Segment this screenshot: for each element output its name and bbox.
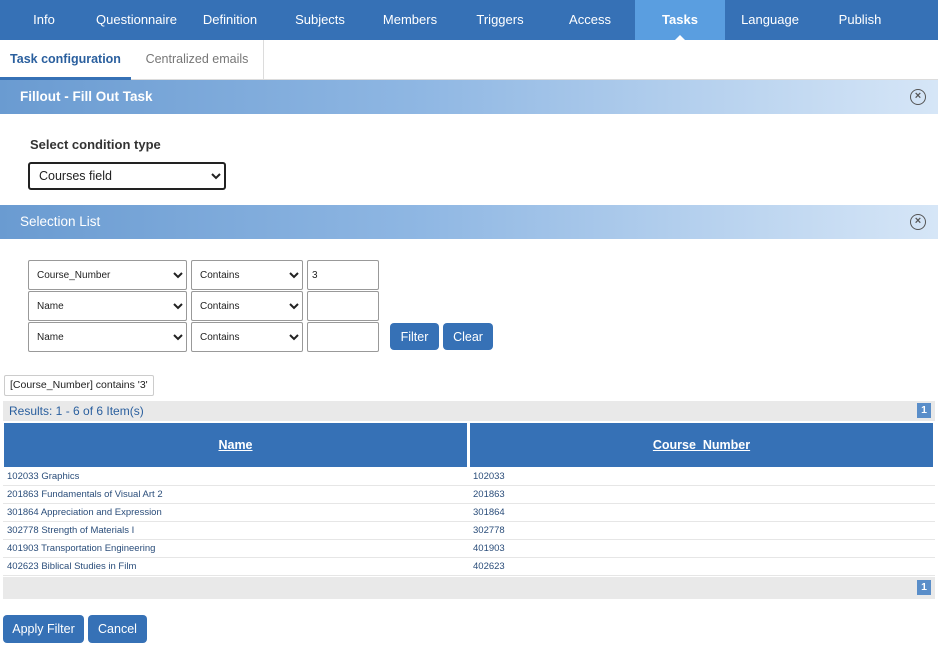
nav-tab-subjects[interactable]: Subjects	[275, 0, 365, 40]
nav-tab-tasks-label: Tasks	[662, 12, 698, 27]
column-header-name[interactable]: Name	[4, 423, 467, 467]
nav-tab-questionnaire[interactable]: Questionnaire	[88, 0, 185, 40]
nav-tab-access[interactable]: Access	[545, 0, 635, 40]
close-circle-icon[interactable]: ×	[910, 89, 926, 105]
filter-field-select-2[interactable]: Name	[28, 291, 187, 321]
table-row[interactable]: 401903 Transportation Engineering 401903	[3, 540, 935, 558]
filter-value-input-1[interactable]	[307, 260, 379, 290]
nav-tab-triggers[interactable]: Triggers	[455, 0, 545, 40]
column-header-course-number[interactable]: Course_Number	[470, 423, 933, 467]
cell-course-number: 201863	[473, 489, 505, 500]
subtab-centralized-emails[interactable]: Centralized emails	[131, 40, 264, 80]
close-circle-icon[interactable]: ×	[910, 214, 926, 230]
grid-footer-bar: 1	[3, 577, 935, 599]
cell-course-number: 302778	[473, 525, 505, 536]
cell-name: 201863 Fundamentals of Visual Art 2	[7, 489, 163, 500]
cancel-button[interactable]: Cancel	[88, 615, 147, 643]
nav-tab-definition[interactable]: Definition	[185, 0, 275, 40]
results-summary-bar: Results: 1 - 6 of 6 Item(s) 1	[3, 401, 935, 421]
cell-course-number: 102033	[473, 471, 505, 482]
filter-operator-select-1[interactable]: Contains	[191, 260, 303, 290]
filter-field-select-1[interactable]: Course_Number	[28, 260, 187, 290]
table-row[interactable]: 302778 Strength of Materials I 302778	[3, 522, 935, 540]
table-row[interactable]: 301864 Appreciation and Expression 30186…	[3, 504, 935, 522]
filter-value-input-2[interactable]	[307, 291, 379, 321]
active-filter-tag: [Course_Number] contains '3'	[4, 375, 154, 396]
nav-tab-members[interactable]: Members	[365, 0, 455, 40]
page-number-button[interactable]: 1	[917, 403, 931, 418]
fillout-section-header: Fillout - Fill Out Task ×	[0, 80, 938, 114]
table-row[interactable]: 102033 Graphics 102033	[3, 468, 935, 486]
apply-filter-button[interactable]: Apply Filter	[3, 615, 84, 643]
nav-tab-language[interactable]: Language	[725, 0, 815, 40]
cell-course-number: 401903	[473, 543, 505, 554]
cell-course-number: 301864	[473, 507, 505, 518]
cell-name: 401903 Transportation Engineering	[7, 543, 156, 554]
table-row[interactable]: 402623 Biblical Studies in Film 402623	[3, 558, 935, 576]
nav-tab-publish[interactable]: Publish	[815, 0, 905, 40]
filter-operator-select-3[interactable]: Contains	[191, 322, 303, 352]
condition-type-select[interactable]: Courses field	[28, 162, 226, 190]
cell-course-number: 402623	[473, 561, 505, 572]
filter-button[interactable]: Filter	[390, 323, 439, 350]
condition-type-label: Select condition type	[30, 137, 161, 152]
cell-name: 301864 Appreciation and Expression	[7, 507, 162, 518]
clear-button[interactable]: Clear	[443, 323, 493, 350]
fillout-section-title: Fillout - Fill Out Task	[20, 89, 153, 104]
selection-list-title: Selection List	[20, 214, 101, 229]
page-number-button[interactable]: 1	[917, 580, 931, 595]
top-navigation: Info Questionnaire Definition Subjects M…	[0, 0, 938, 40]
cell-name: 302778 Strength of Materials I	[7, 525, 135, 536]
nav-tab-tasks[interactable]: Tasks	[635, 0, 725, 40]
filter-operator-select-2[interactable]: Contains	[191, 291, 303, 321]
subtab-task-configuration[interactable]: Task configuration	[0, 40, 131, 80]
nav-tab-info[interactable]: Info	[0, 0, 88, 40]
cell-name: 402623 Biblical Studies in Film	[7, 561, 137, 572]
results-summary: Results: 1 - 6 of 6 Item(s)	[9, 404, 144, 418]
selection-list-header: Selection List ×	[0, 205, 938, 239]
filter-field-select-3[interactable]: Name	[28, 322, 187, 352]
table-row[interactable]: 201863 Fundamentals of Visual Art 2 2018…	[3, 486, 935, 504]
sub-tabs: Task configuration Centralized emails	[0, 40, 938, 80]
cell-name: 102033 Graphics	[7, 471, 80, 482]
filter-value-input-3[interactable]	[307, 322, 379, 352]
